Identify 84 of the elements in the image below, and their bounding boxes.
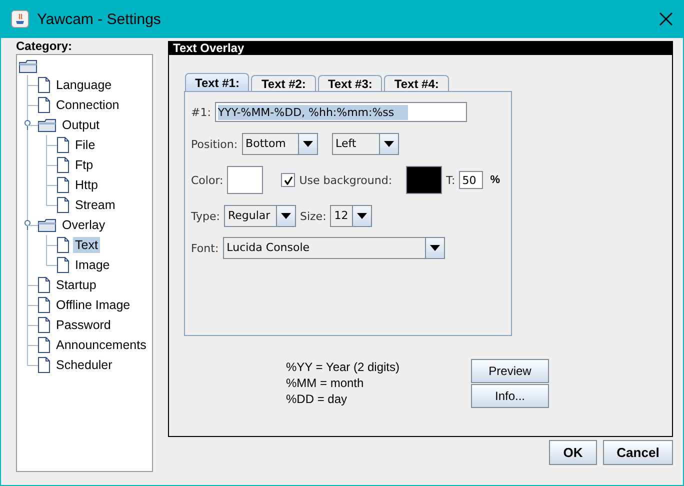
file-icon: [57, 157, 69, 173]
file-icon: [38, 337, 50, 353]
file-icon: [57, 257, 69, 273]
file-icon: [38, 317, 50, 333]
color-swatch[interactable]: [406, 166, 442, 194]
tree-item[interactable]: Connection: [54, 97, 122, 113]
tree-item[interactable]: Scheduler: [54, 357, 114, 373]
tab[interactable]: Text #1:: [185, 73, 250, 91]
ok-button[interactable]: OK: [549, 440, 597, 465]
file-icon: [38, 77, 50, 93]
preview-button[interactable]: Preview: [471, 359, 549, 383]
app-icon: [11, 10, 29, 28]
tree-item[interactable]: Ftp: [73, 157, 96, 173]
transparency-field[interactable]: 50: [459, 171, 484, 189]
field-label: Type:: [191, 210, 220, 222]
position-dropdown[interactable]: Left: [332, 133, 399, 155]
panel-title: Text Overlay: [169, 41, 672, 55]
color-swatch[interactable]: [227, 166, 264, 194]
file-icon: [57, 197, 69, 213]
caret-icon: [430, 245, 440, 251]
field-label: Font:: [191, 242, 219, 254]
file-icon: [38, 357, 50, 373]
folder-icon: [38, 118, 56, 132]
caret-icon: [280, 213, 291, 219]
check-icon: [284, 176, 293, 184]
file-icon: [57, 177, 69, 193]
tab[interactable]: Text #2:: [251, 75, 316, 91]
tree-line: [27, 335, 38, 355]
tree-line: [46, 175, 57, 195]
legend-text: %DD = day: [286, 391, 348, 407]
tree-item[interactable]: Text: [73, 237, 100, 253]
field-label: Color:: [191, 174, 224, 186]
tree-item[interactable]: Offline Image: [54, 297, 132, 313]
window-title: Yawcam - Settings: [37, 10, 162, 28]
font-dropdown[interactable]: Lucida Console: [222, 237, 445, 259]
tree-line: [46, 235, 57, 255]
expand-handle-icon[interactable]: [23, 220, 32, 230]
tree-item[interactable]: Output: [60, 117, 102, 133]
cancel-button[interactable]: Cancel: [603, 440, 673, 465]
field-label: Size:: [300, 210, 326, 222]
unit-label: %: [490, 174, 500, 186]
text-input-field[interactable]: YYY-%MM-%DD, %hh:%mm:%ss: [214, 102, 467, 122]
tree-item[interactable]: Announcements: [54, 337, 148, 353]
tree-line: [27, 295, 38, 315]
size-dropdown[interactable]: 12: [330, 205, 372, 227]
tree-item[interactable]: Startup: [54, 277, 98, 293]
tree-item[interactable]: Overlay: [60, 217, 108, 233]
caret-icon: [302, 141, 313, 147]
type-dropdown[interactable]: Regular: [224, 205, 296, 227]
folder-icon: [19, 60, 37, 72]
caret-icon: [357, 213, 368, 219]
tab[interactable]: Text #3:: [318, 75, 382, 91]
field-label: Position:: [191, 138, 238, 150]
file-icon: [38, 97, 50, 113]
position-dropdown[interactable]: Bottom: [242, 133, 318, 155]
tree-item[interactable]: Language: [54, 77, 114, 93]
legend-text: %MM = month: [286, 375, 365, 391]
checkbox[interactable]: [281, 173, 296, 187]
file-icon: [38, 297, 50, 313]
folder-icon: [38, 218, 56, 232]
tree-line: [27, 95, 38, 115]
category-label: Category:: [16, 39, 74, 53]
tree-item[interactable]: Stream: [73, 197, 118, 213]
tree-line: [46, 135, 57, 155]
file-icon: [38, 277, 50, 293]
field-label: #1:: [191, 106, 211, 118]
tree-item[interactable]: File: [73, 137, 98, 153]
field-label: T:: [446, 174, 456, 186]
expand-handle-icon[interactable]: [23, 120, 32, 130]
legend-text: %YY = Year (2 digits): [286, 359, 401, 375]
close-icon[interactable]: [659, 12, 673, 26]
caret-icon: [384, 141, 394, 147]
tree-line: [27, 315, 38, 335]
tree-item[interactable]: Image: [73, 257, 112, 273]
file-icon: [57, 237, 69, 253]
info-button[interactable]: Info...: [471, 384, 549, 408]
tree-line: [27, 75, 38, 95]
tree-item[interactable]: Password: [54, 317, 113, 333]
file-icon: [57, 137, 69, 153]
tree-item[interactable]: Http: [73, 177, 100, 193]
checkbox-label: Use background:: [299, 174, 392, 186]
tree-line: [46, 155, 57, 175]
tree-line: [27, 275, 38, 295]
tab[interactable]: Text #4:: [384, 75, 449, 91]
